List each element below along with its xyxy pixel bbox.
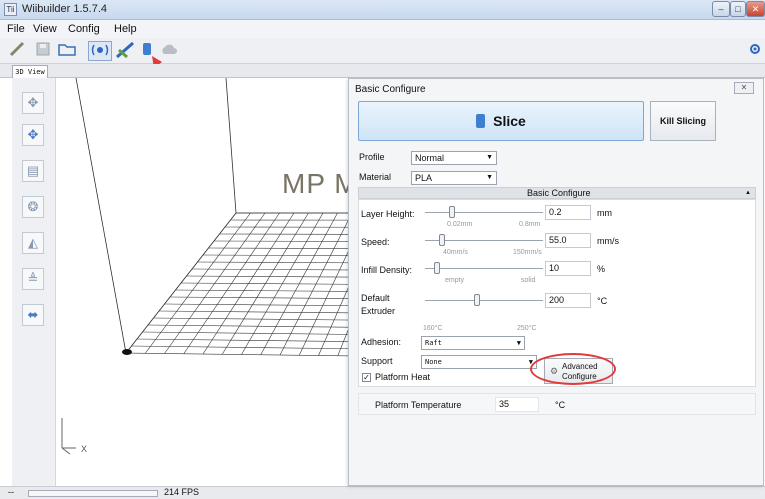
- menu-help[interactable]: Help: [114, 23, 137, 35]
- basic-configure-section-header[interactable]: Basic Configure ▲: [358, 187, 756, 199]
- window-title: Wiibuilder 1.5.7.4: [22, 3, 107, 15]
- close-button[interactable]: ✕: [746, 1, 765, 17]
- menu-bar: File View Config Help: [0, 20, 765, 38]
- profile-value: Normal: [415, 153, 445, 163]
- move-tool-icon[interactable]: ✥: [22, 92, 44, 114]
- select-tool-icon[interactable]: ✥: [22, 124, 44, 146]
- highlight-annotation: [530, 353, 616, 385]
- menu-view[interactable]: View: [33, 23, 57, 35]
- layer-height-slider[interactable]: [449, 206, 456, 218]
- speed-min: 40mm/s: [443, 249, 468, 256]
- speed-slider[interactable]: [438, 234, 445, 246]
- folder-icon[interactable]: [56, 41, 78, 61]
- material-value: PLA: [415, 173, 433, 183]
- adhesion-select[interactable]: Raft ▼: [421, 336, 525, 350]
- infill-density-input[interactable]: 10: [545, 261, 591, 276]
- brush-icon[interactable]: [8, 41, 26, 61]
- scale-tool-icon[interactable]: ⬌: [22, 304, 44, 326]
- status-left: --: [8, 487, 14, 497]
- layer-tool-icon[interactable]: ≜: [22, 268, 44, 290]
- default-extruder-label-2: Extruder: [361, 306, 396, 316]
- connect-icon[interactable]: [88, 41, 112, 61]
- extruder-track: [425, 300, 543, 301]
- speed-unit: mm/s: [597, 236, 619, 246]
- extruder-min: 160°C: [423, 325, 443, 332]
- layer-height-min: 0.02mm: [447, 221, 473, 228]
- platform-heat-label: Platform Heat: [375, 372, 431, 382]
- adhesion-value: Raft: [425, 339, 442, 347]
- chevron-down-icon: ▼: [516, 339, 521, 347]
- fps-counter: 214 FPS: [164, 487, 200, 497]
- infill-density-unit: %: [597, 264, 606, 274]
- infill-density-track: [425, 268, 543, 269]
- support-value: None: [425, 358, 442, 366]
- left-tool-panel: ✥ ✥ ▤ ❂ ◭ ≜ ⬌: [12, 78, 56, 486]
- platform-temperature-label: Platform Temperature: [375, 400, 462, 410]
- rotate-tool-icon[interactable]: ❂: [22, 196, 44, 218]
- material-select[interactable]: PLA ▼: [411, 171, 497, 185]
- extruder-slider[interactable]: [473, 294, 480, 306]
- extruder-max: 250°C: [517, 325, 537, 332]
- status-bar: -- 214 FPS: [0, 486, 765, 499]
- slice-button[interactable]: Slice: [358, 101, 644, 141]
- kill-slicing-button[interactable]: Kill Slicing: [650, 101, 716, 141]
- slice-label: Slice: [493, 113, 526, 129]
- default-extruder-label-1: Default: [361, 293, 390, 303]
- collapse-arrow-icon: ▲: [745, 190, 751, 196]
- view-front-icon[interactable]: ▤: [22, 160, 44, 182]
- tab-3d-view[interactable]: 3D View: [12, 65, 48, 78]
- material-label: Material: [359, 172, 392, 182]
- support-label: Support: [361, 356, 393, 366]
- title-bar: Tii Wiibuilder 1.5.7.4 – □ ✕: [0, 0, 765, 20]
- platform-temperature-input[interactable]: 35: [495, 397, 539, 412]
- platform-temperature-panel: Platform Temperature 35 °C: [358, 393, 756, 415]
- save-icon[interactable]: [34, 41, 52, 61]
- chevron-down-icon: ▼: [486, 154, 493, 161]
- chevron-down-icon: ▼: [486, 174, 493, 181]
- mirror-tool-icon[interactable]: ◭: [22, 232, 44, 254]
- slice-icon: [476, 114, 486, 128]
- infill-density-slider[interactable]: [433, 262, 440, 274]
- profile-label: Profile: [359, 152, 385, 162]
- section-title: Basic Configure: [527, 188, 591, 198]
- layer-height-track: [425, 212, 543, 213]
- tab-strip: 3D View: [0, 64, 765, 78]
- platform-heat-checkbox[interactable]: ✓: [362, 373, 371, 382]
- app-icon: Tii: [4, 3, 17, 16]
- basic-configure-dialog: Basic Configure ✕ Slice Kill Slicing Pro…: [348, 78, 764, 486]
- infill-max: solid: [521, 277, 536, 284]
- dialog-close-button[interactable]: ✕: [734, 82, 754, 94]
- extruder-temp-input[interactable]: 200: [545, 293, 591, 308]
- layer-height-max: 0.8mm: [519, 221, 541, 228]
- settings-icon[interactable]: [747, 41, 763, 61]
- maximize-button[interactable]: □: [730, 1, 746, 17]
- speed-max: 150mm/s: [513, 249, 542, 256]
- axis-gizmo: [61, 418, 76, 455]
- menu-file[interactable]: File: [7, 23, 25, 35]
- adhesion-label: Adhesion:: [361, 337, 402, 347]
- platform-temperature-unit: °C: [555, 400, 566, 410]
- minimize-button[interactable]: –: [712, 1, 730, 17]
- layer-height-unit: mm: [597, 208, 612, 218]
- layer-height-input[interactable]: 0.2: [545, 205, 591, 220]
- infill-density-label: Infill Density:: [361, 265, 413, 275]
- support-select[interactable]: None ▼: [421, 355, 537, 369]
- dialog-title: Basic Configure: [355, 84, 426, 95]
- layer-height-label: Layer Height:: [361, 209, 415, 219]
- satellite-icon[interactable]: [114, 41, 136, 61]
- axis-x-label: X: [81, 444, 88, 454]
- speed-label: Speed:: [361, 237, 390, 247]
- profile-select[interactable]: Normal ▼: [411, 151, 497, 165]
- extruder-temp-unit: °C: [597, 296, 608, 306]
- toolbar: [0, 38, 765, 97]
- status-slider[interactable]: [28, 490, 158, 497]
- speed-input[interactable]: 55.0: [545, 233, 591, 248]
- menu-config[interactable]: Config: [68, 23, 100, 35]
- infill-min: empty: [445, 277, 465, 284]
